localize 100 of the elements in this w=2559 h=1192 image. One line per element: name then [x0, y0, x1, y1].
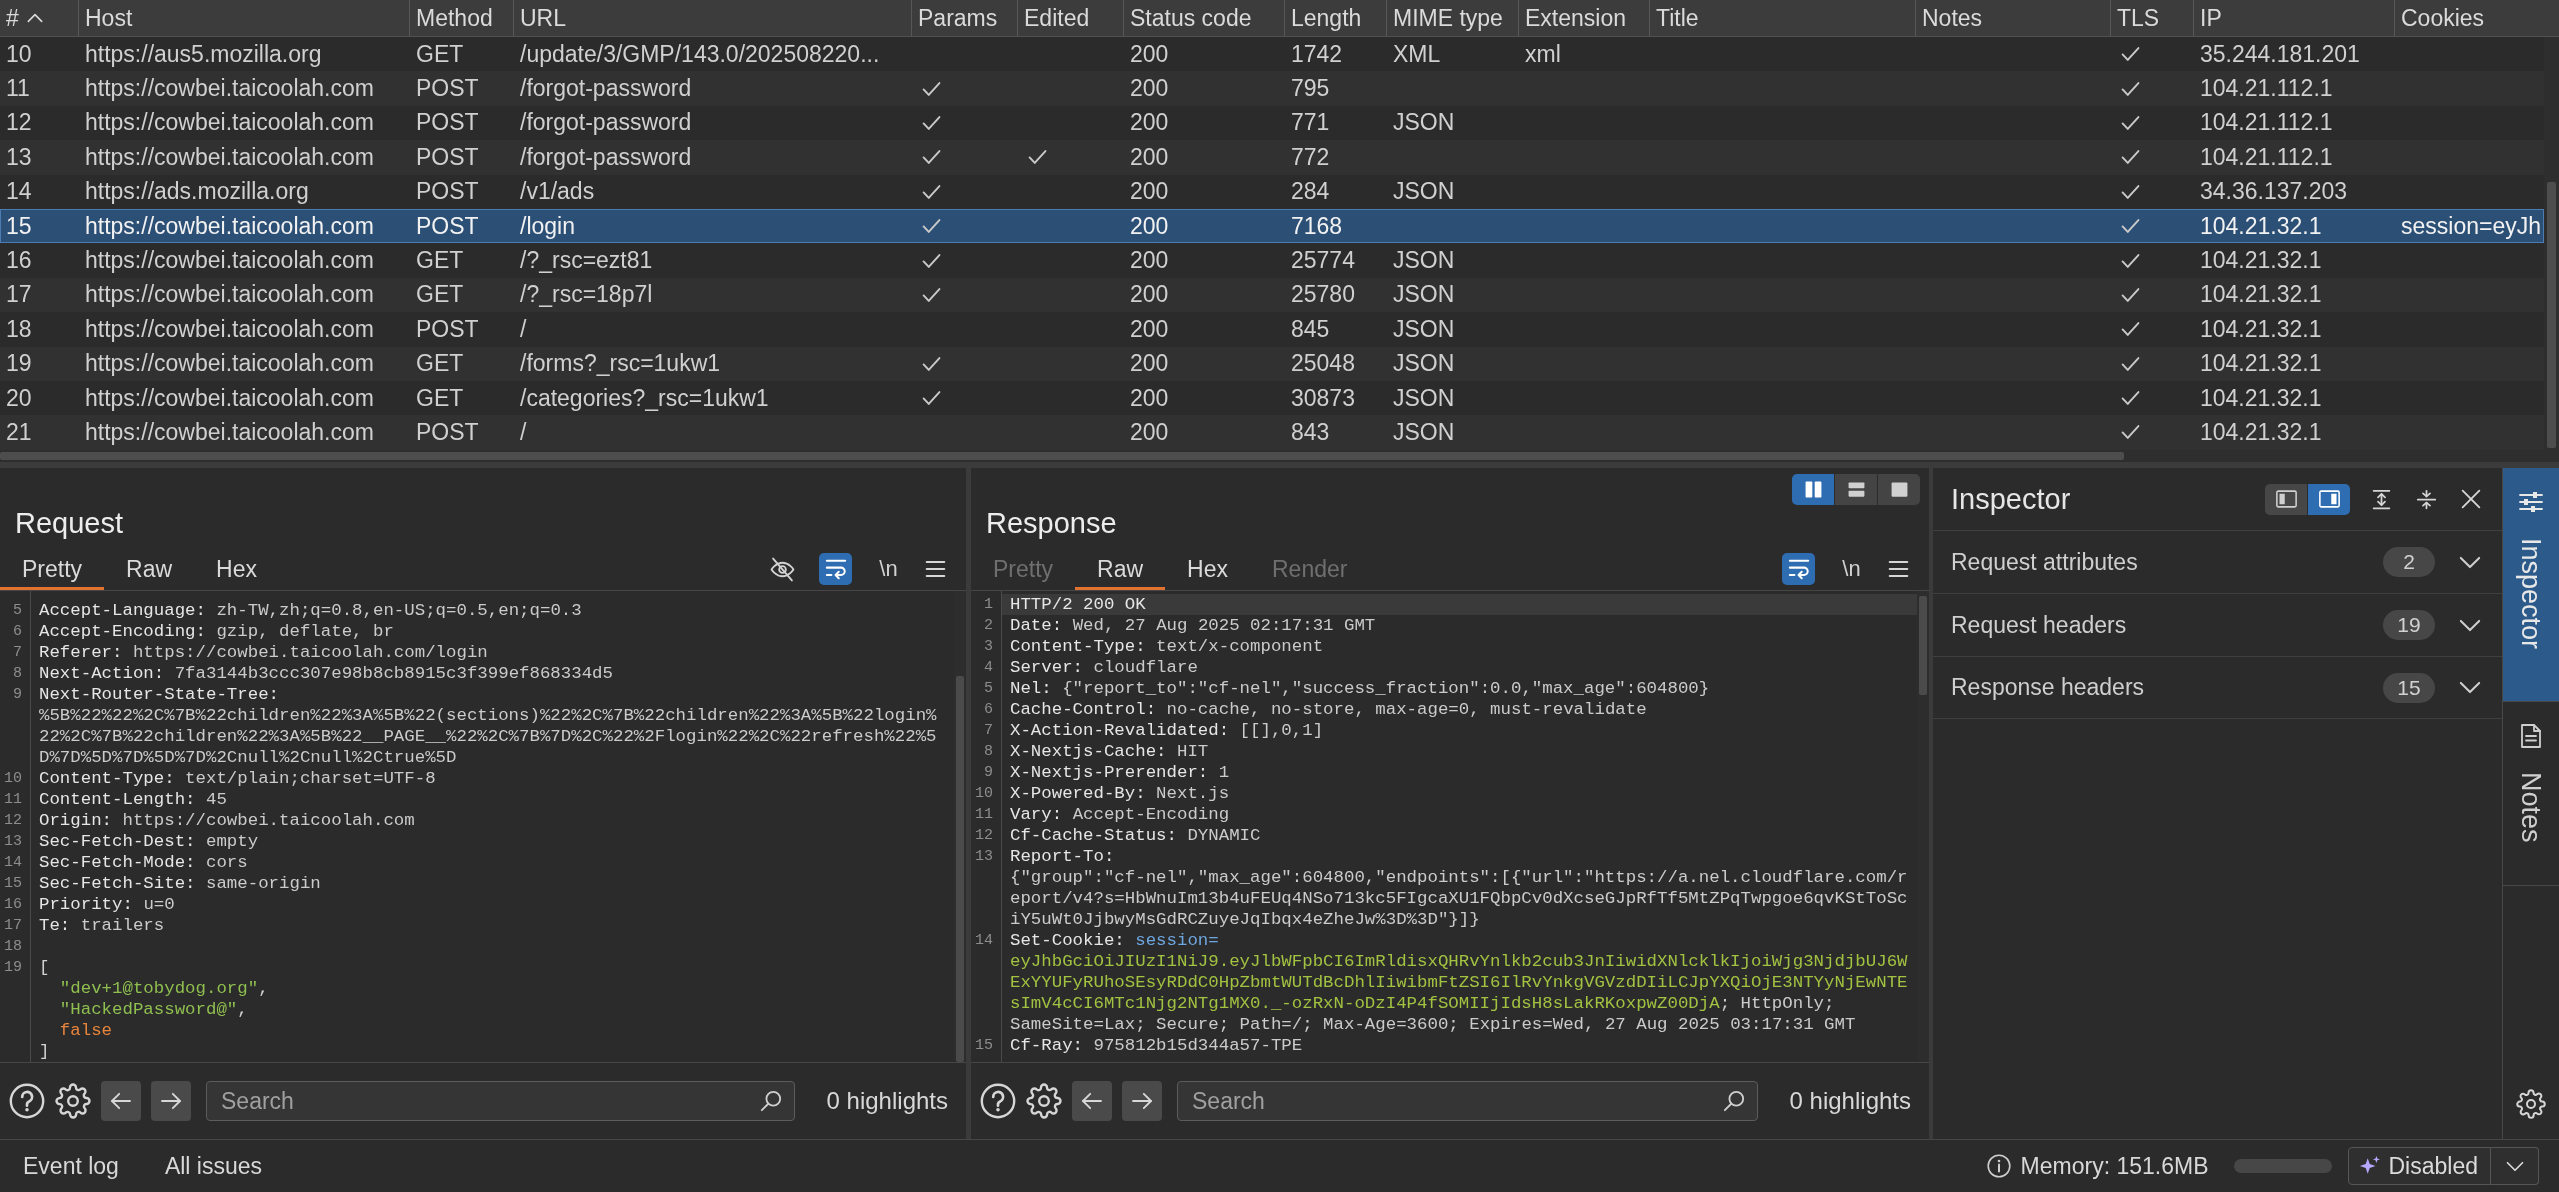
line-number: 13: [3, 832, 23, 852]
code-line: Content-Length: 45: [38, 789, 228, 810]
table-cell: JSON: [1393, 281, 1455, 308]
status-tab[interactable]: All issues: [151, 1146, 276, 1186]
column-header[interactable]: Method: [410, 0, 514, 36]
left-panel-icon: [2275, 490, 2297, 508]
tab[interactable]: Hex: [194, 548, 279, 590]
menu-icon[interactable]: [1888, 560, 1909, 578]
table-cell: 17: [6, 281, 32, 308]
search-field[interactable]: Search: [1177, 1081, 1758, 1121]
table-cell: /v1/ads: [520, 178, 595, 205]
sliders-icon: [2519, 490, 2543, 514]
status-tab[interactable]: Event log: [10, 1146, 132, 1186]
table-cell: JSON: [1393, 109, 1455, 136]
code-line: Te: trailers: [38, 915, 166, 936]
newline-toggle[interactable]: \n: [872, 553, 905, 585]
table-cell: 104.21.32.1: [2200, 384, 2322, 411]
table-row[interactable]: 11 https://cowbei.taicoolah.com POST /forgot-password 200 795 104.21.112.1: [0, 71, 2544, 106]
wrap-toggle[interactable]: [1782, 553, 1815, 585]
column-header[interactable]: MIME type: [1387, 0, 1519, 36]
column-header[interactable]: Edited: [1018, 0, 1124, 36]
table-cell: /login: [520, 212, 575, 239]
code-line: Origin: https://cowbei.taicoolah.com: [38, 810, 416, 831]
wrap-toggle[interactable]: [819, 553, 852, 585]
settings-icon[interactable]: [55, 1083, 91, 1119]
column-header[interactable]: Notes: [1916, 0, 2111, 36]
menu-icon[interactable]: [925, 560, 946, 578]
table-cell: 11: [6, 75, 30, 102]
table-cell: 104.21.32.1: [2200, 247, 2322, 274]
column-header[interactable]: Status code: [1124, 0, 1285, 36]
back-button[interactable]: [1072, 1081, 1112, 1121]
forward-button[interactable]: [151, 1081, 191, 1121]
side-tab[interactable]: Inspector: [2503, 468, 2559, 703]
back-button[interactable]: [101, 1081, 141, 1121]
column-header[interactable]: IP: [2194, 0, 2395, 36]
settings-icon[interactable]: [1026, 1083, 1062, 1119]
search-field[interactable]: Search: [206, 1081, 795, 1121]
code-line: Report-To: {"group":"cf-nel","max_age":604800,"endpoints":[{"url":"https://a.nel.cloudflare.com/report/v4?s=HbWnuIm13b4uFEUq4NSo713kc5FIgcaXU1FQbpCv0dXcseGJpRfTf5MtZPqTwpgoe6qvKStToSciY5uWt0JjbwyMsGdRCZuyeJqIbqx4eZheJw%3D%3D"}]}: [1009, 846, 1909, 930]
column-header[interactable]: Title: [1650, 0, 1916, 36]
help-icon[interactable]: [980, 1083, 1016, 1119]
tab[interactable]: Pretty: [0, 548, 105, 590]
table-cell: POST: [416, 315, 479, 342]
inspector-section[interactable]: Request attributes 2: [1933, 530, 2502, 593]
table-cell: 16: [6, 247, 32, 274]
ai-toggle[interactable]: Disabled: [2347, 1147, 2491, 1185]
table-cell: https://cowbei.taicoolah.com: [85, 247, 374, 274]
table-cell: 772: [1291, 143, 1330, 170]
tab[interactable]: Raw: [1075, 548, 1166, 590]
table-cell: https://cowbei.taicoolah.com: [85, 75, 374, 102]
table-cell: JSON: [1393, 247, 1455, 274]
layout-button[interactable]: [2308, 483, 2350, 515]
column-header[interactable]: Host: [79, 0, 410, 36]
table-cell: 34.36.137.203: [2200, 178, 2348, 205]
table-cell: GET: [416, 350, 464, 377]
line-number: 18: [3, 937, 23, 957]
expand-all-icon[interactable]: [2371, 488, 2392, 510]
line-number: 10: [3, 769, 23, 789]
tab[interactable]: Raw: [104, 548, 195, 590]
table-row[interactable]: 17 https://cowbei.taicoolah.com GET /?_rsc=18p7l 200 25780 JSON 104.21.32.1: [0, 277, 2544, 313]
column-header[interactable]: URL: [514, 0, 912, 36]
newline-toggle[interactable]: \n: [1835, 553, 1868, 585]
table-cell: 200: [1130, 384, 1169, 411]
code-line: Cf-Ray: 975812b15d344a57-TPE: [1009, 1035, 1304, 1056]
line-number: 1: [983, 595, 994, 615]
table-row[interactable]: 13 https://cowbei.taicoolah.com POST /forgot-password 200 772 104.21.112.1: [0, 140, 2544, 175]
table-cell: https://aus5.mozilla.org: [85, 40, 322, 67]
collapse-all-icon[interactable]: [2416, 488, 2437, 510]
line-number: 6: [983, 700, 994, 720]
help-icon[interactable]: [9, 1083, 45, 1119]
column-header[interactable]: Extension: [1519, 0, 1650, 36]
table-cell: /forgot-password: [520, 109, 692, 136]
table-cell: 25780: [1291, 281, 1355, 308]
layout-button[interactable]: [1878, 474, 1920, 505]
forward-button[interactable]: [1122, 1081, 1162, 1121]
layout-button[interactable]: [2265, 483, 2307, 515]
table-row[interactable]: 21 https://cowbei.taicoolah.com POST / 200 843 JSON 104.21.32.1: [0, 415, 2544, 450]
inspector-section[interactable]: Request headers 19: [1933, 593, 2502, 656]
table-cell: POST: [416, 143, 479, 170]
layout-button[interactable]: [1835, 474, 1877, 505]
panel-title: Inspector: [1951, 482, 2071, 516]
tab[interactable]: Hex: [1165, 548, 1250, 590]
side-tab[interactable]: Notes: [2503, 702, 2559, 886]
code-line: Next-Action: 7fa3144b3ccc307e98b8cb8915c3f399ef868334d5: [38, 663, 614, 684]
note-icon: [2519, 724, 2543, 749]
table-row[interactable]: 15 https://cowbei.taicoolah.com POST /login 200 7168 104.21.32.1 session=eyJh: [0, 208, 2544, 244]
code-line: X-Action-Revalidated: [[],0,1]: [1009, 720, 1325, 741]
table-cell: POST: [416, 212, 479, 239]
column-header[interactable]: Cookies: [2395, 0, 2559, 36]
table-cell: JSON: [1393, 350, 1455, 377]
column-header[interactable]: Params: [912, 0, 1018, 36]
close-icon[interactable]: [2461, 489, 2481, 509]
table-cell: 200: [1130, 247, 1169, 274]
inspector-section[interactable]: Response headers 15: [1933, 656, 2502, 719]
column-header[interactable]: #: [0, 0, 79, 36]
column-header[interactable]: Length: [1285, 0, 1387, 36]
line-number: 15: [974, 1036, 994, 1056]
column-header[interactable]: TLS: [2111, 0, 2194, 36]
table-row[interactable]: 19 https://cowbei.taicoolah.com GET /forms?_rsc=1ukw1 200 25048 JSON 104.21.32.1: [0, 346, 2544, 381]
panel-title: Request: [15, 507, 123, 541]
settings-icon[interactable]: [2516, 1089, 2546, 1119]
